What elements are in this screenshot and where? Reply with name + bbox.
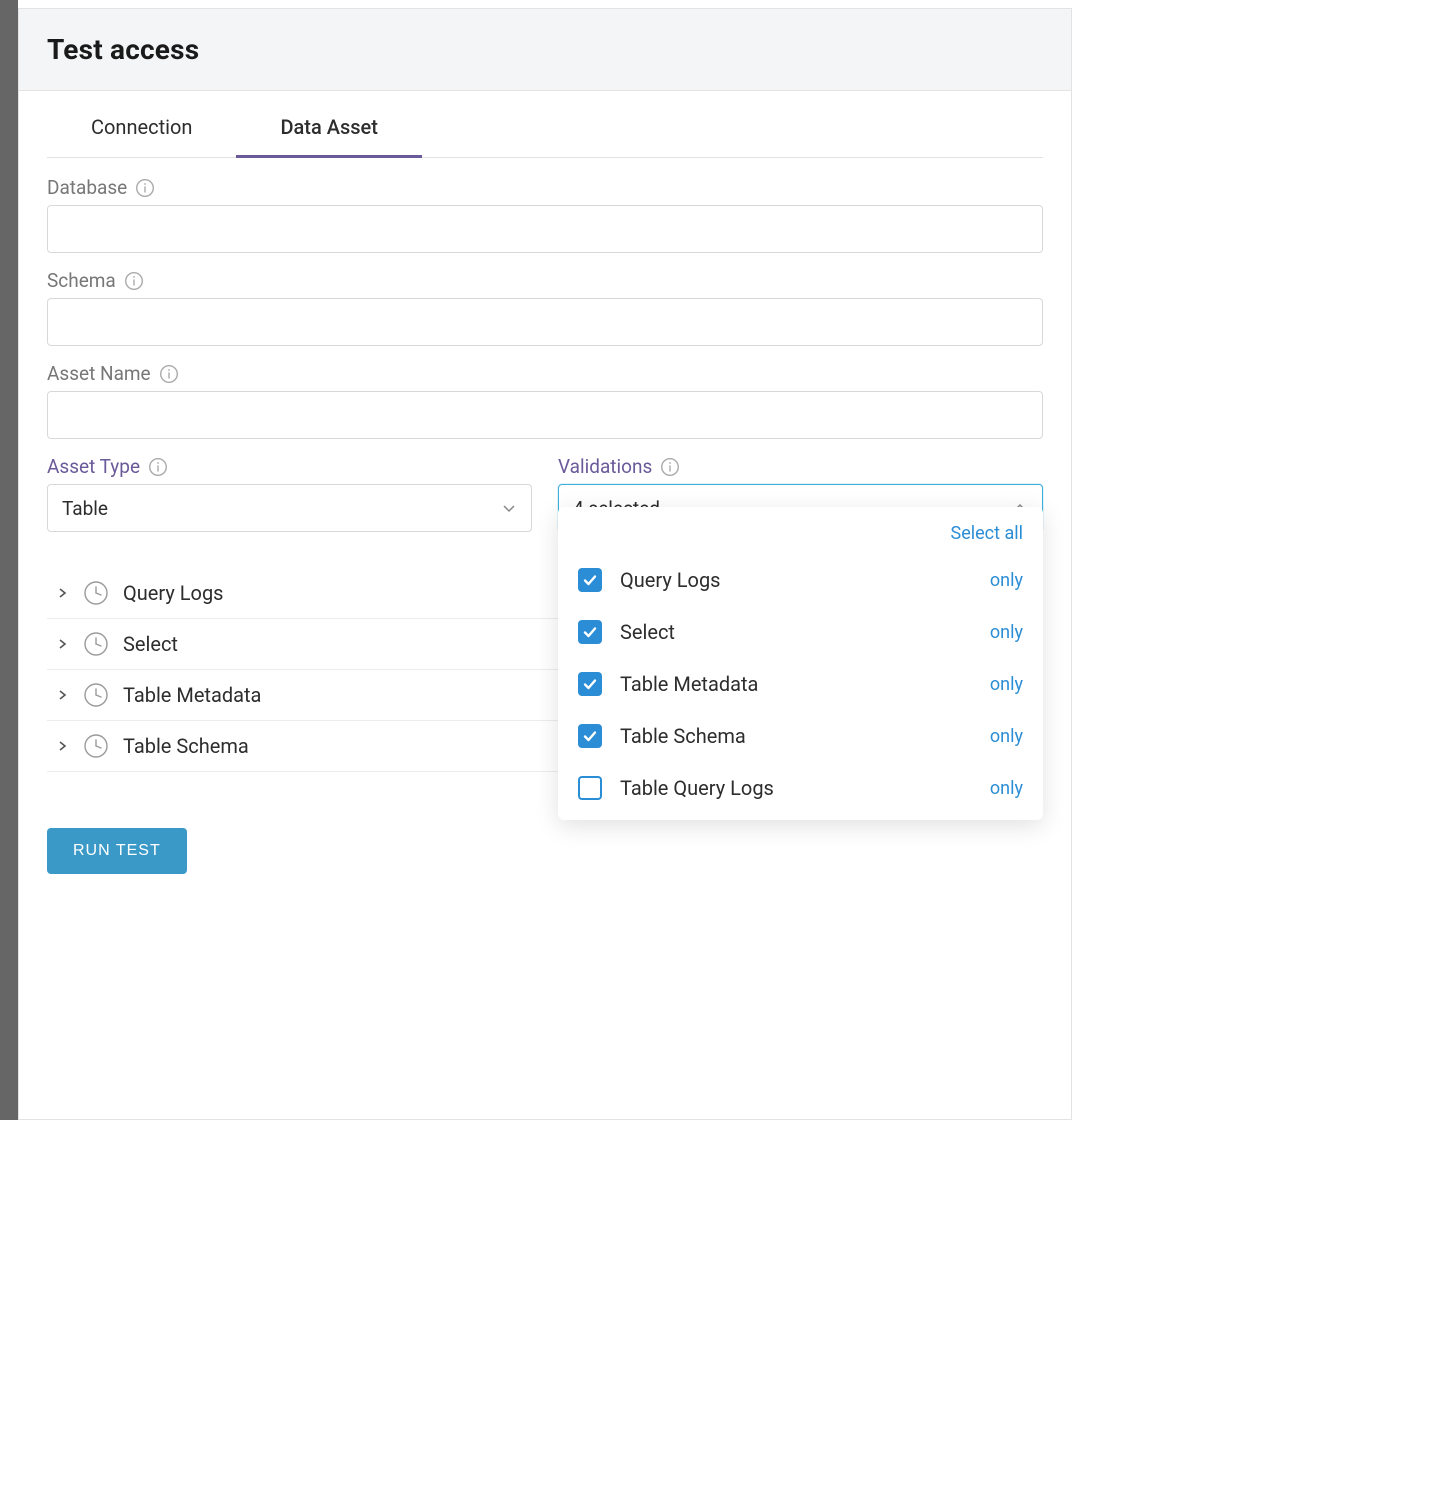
- checkbox[interactable]: [578, 620, 602, 644]
- option-label: Select: [620, 620, 972, 644]
- panel-title: Test access: [47, 33, 1043, 66]
- option-label: Table Query Logs: [620, 776, 972, 800]
- label-database: Database: [47, 176, 127, 199]
- dropdown-option[interactable]: Table Query Logs only: [558, 762, 1043, 814]
- option-only-link[interactable]: only: [990, 726, 1023, 747]
- info-icon[interactable]: [660, 457, 680, 477]
- tabs: Connection Data Asset: [47, 91, 1043, 158]
- option-only-link[interactable]: only: [990, 778, 1023, 799]
- option-label: Query Logs: [620, 568, 972, 592]
- panel-header: Test access: [19, 9, 1071, 91]
- checkbox[interactable]: [578, 672, 602, 696]
- chevron-right-icon: [55, 688, 69, 702]
- field-asset-type: Asset Type Table: [47, 455, 532, 532]
- result-label: Table Metadata: [123, 683, 261, 707]
- result-label: Select: [123, 632, 178, 656]
- tab-connection[interactable]: Connection: [47, 91, 236, 157]
- field-asset-name: Asset Name: [47, 362, 1043, 439]
- input-schema[interactable]: [47, 298, 1043, 346]
- dropdown-select-all-row: Select all: [558, 519, 1043, 554]
- label-asset-name: Asset Name: [47, 362, 151, 385]
- select-asset-type[interactable]: Table: [47, 484, 532, 532]
- field-database: Database: [47, 176, 1043, 253]
- input-database[interactable]: [47, 205, 1043, 253]
- modal-backdrop: [0, 0, 18, 1120]
- result-label: Query Logs: [123, 581, 224, 605]
- info-icon[interactable]: [159, 364, 179, 384]
- select-asset-type-value: Table: [62, 497, 108, 520]
- option-label: Table Schema: [620, 724, 972, 748]
- label-asset-type: Asset Type: [47, 455, 140, 478]
- clock-icon: [83, 580, 109, 606]
- checkbox[interactable]: [578, 724, 602, 748]
- input-asset-name[interactable]: [47, 391, 1043, 439]
- option-label: Table Metadata: [620, 672, 972, 696]
- clock-icon: [83, 682, 109, 708]
- panel-body: Connection Data Asset Database Schema: [19, 91, 1071, 1099]
- clock-icon: [83, 631, 109, 657]
- info-icon[interactable]: [124, 271, 144, 291]
- info-icon[interactable]: [135, 178, 155, 198]
- dropdown-option[interactable]: Table Metadata only: [558, 658, 1043, 710]
- label-validations: Validations: [558, 455, 652, 478]
- select-row: Asset Type Table Validations: [47, 455, 1043, 532]
- option-only-link[interactable]: only: [990, 674, 1023, 695]
- select-all-link[interactable]: Select all: [951, 523, 1023, 544]
- checkbox[interactable]: [578, 568, 602, 592]
- chevron-right-icon: [55, 739, 69, 753]
- tab-data-asset[interactable]: Data Asset: [236, 91, 421, 157]
- field-schema: Schema: [47, 269, 1043, 346]
- clock-icon: [83, 733, 109, 759]
- dropdown-option[interactable]: Table Schema only: [558, 710, 1043, 762]
- result-label: Table Schema: [123, 734, 249, 758]
- validations-dropdown: Select all Query LogsonlySelectonlyTable…: [558, 507, 1043, 820]
- chevron-down-icon: [501, 500, 517, 516]
- dropdown-option[interactable]: Query Logs only: [558, 554, 1043, 606]
- test-access-panel: Test access Connection Data Asset Databa…: [18, 8, 1072, 1120]
- run-test-button[interactable]: RUN TEST: [47, 828, 187, 874]
- field-validations: Validations 4 selected Select all: [558, 455, 1043, 532]
- dropdown-option[interactable]: Select only: [558, 606, 1043, 658]
- info-icon[interactable]: [148, 457, 168, 477]
- option-only-link[interactable]: only: [990, 622, 1023, 643]
- label-schema: Schema: [47, 269, 116, 292]
- option-only-link[interactable]: only: [990, 570, 1023, 591]
- chevron-right-icon: [55, 586, 69, 600]
- chevron-right-icon: [55, 637, 69, 651]
- checkbox[interactable]: [578, 776, 602, 800]
